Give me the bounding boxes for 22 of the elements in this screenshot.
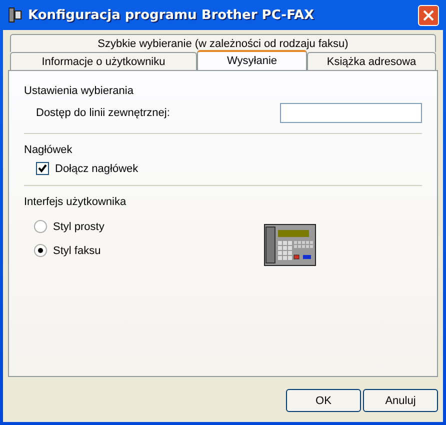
section-title: Ustawienia wybierania — [24, 85, 134, 97]
section-title: Nagłówek — [24, 144, 74, 156]
radio-label: Styl prosty — [53, 220, 104, 232]
tab[interactable]: Wysyłanie — [197, 50, 307, 70]
tab[interactable]: Szybkie wybieranie (w zależności od rodzaju faksu) — [10, 34, 436, 52]
window-title: Konfiguracja programu Brother PC-FAX — [28, 8, 314, 22]
app-icon — [7, 7, 23, 23]
checkbox[interactable] — [36, 162, 49, 175]
tab[interactable]: Książka adresowa — [307, 52, 436, 70]
checkbox-label: Dołącz nagłówek — [55, 162, 138, 174]
close-icon — [423, 10, 434, 20]
radio-button[interactable] — [34, 220, 47, 233]
cancel-button[interactable]: Anuluj — [363, 389, 438, 412]
close-button[interactable] — [418, 4, 439, 26]
ok-button[interactable]: OK — [286, 389, 361, 412]
input-field[interactable] — [280, 103, 422, 123]
tab[interactable]: Informacje o użytkowniku — [10, 52, 197, 70]
fax-machine-icon — [264, 224, 316, 266]
field-label: Dostęp do linii zewnętrznej: — [36, 107, 170, 119]
radio-button[interactable] — [34, 244, 47, 257]
section-title: Interfejs użytkownika — [24, 196, 128, 208]
radio-label: Styl faksu — [53, 244, 101, 256]
